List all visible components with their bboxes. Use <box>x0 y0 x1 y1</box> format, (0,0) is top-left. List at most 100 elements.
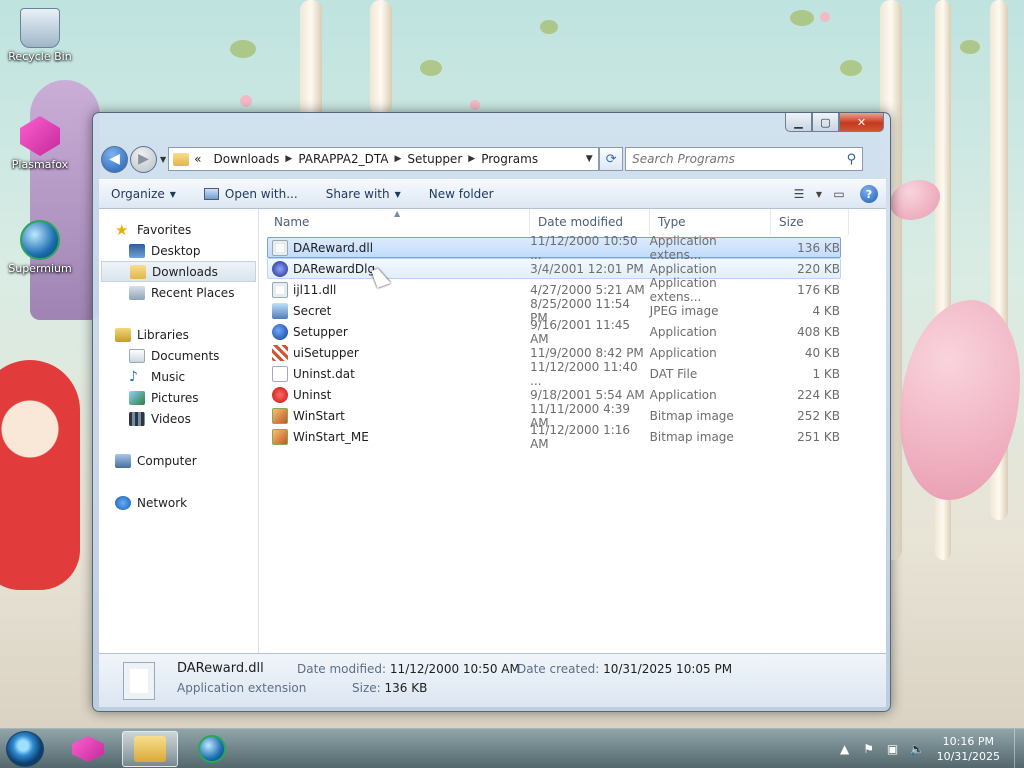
file-date: 11/12/2000 11:40 ... <box>530 359 638 388</box>
search-icon[interactable]: ⚲ <box>847 152 857 167</box>
breadcrumb-programs[interactable]: Programs <box>481 152 538 166</box>
file-name: WinStart_ME <box>293 429 369 444</box>
file-date: 9/18/2001 5:54 AM <box>530 387 645 402</box>
desktop-icon-recycle-bin[interactable]: Recycle Bin <box>6 8 74 63</box>
taskbar-supermium[interactable] <box>184 731 240 767</box>
file-name: ijl11.dll <box>293 282 337 297</box>
nav-music[interactable]: ♪ Music <box>99 366 258 387</box>
breadcrumb-downloads[interactable]: Downloads <box>214 152 280 166</box>
nav-computer[interactable]: Computer <box>99 450 258 471</box>
desktop-icon <box>129 243 145 258</box>
change-view-icon[interactable]: ☰ <box>786 187 812 201</box>
column-label: Size <box>779 214 804 229</box>
file-name: Secret <box>293 303 332 318</box>
breadcrumb-separator-icon[interactable]: ▶ <box>285 154 292 164</box>
share-with-button[interactable]: Share with ▼ <box>326 187 401 201</box>
file-row[interactable]: WinStart_ME 11/12/2000 1:16 AM Bitmap im… <box>267 423 841 451</box>
preview-pane-icon[interactable]: ▭ <box>826 187 852 201</box>
breadcrumb-separator-icon[interactable]: ▶ <box>394 154 401 164</box>
file-name: Setupper <box>293 324 348 339</box>
view-options-dropdown-icon[interactable]: ▼ <box>812 190 826 199</box>
nav-desktop[interactable]: Desktop <box>99 240 258 261</box>
star-icon: ★ <box>115 220 129 239</box>
file-row[interactable]: Uninst.dat 11/12/2000 11:40 ... DAT File… <box>267 360 841 388</box>
column-size[interactable]: Size <box>771 208 849 235</box>
nav-favorites[interactable]: ★ Favorites <box>99 219 258 240</box>
dll-icon <box>272 281 288 298</box>
nav-videos[interactable]: Videos <box>99 408 258 429</box>
column-date-modified[interactable]: Date modified <box>530 208 650 235</box>
recent-places-icon <box>129 285 145 300</box>
nav-libraries[interactable]: Libraries <box>99 324 258 345</box>
details-date-modified: Date modified: 11/12/2000 10:50 AM <box>297 662 520 676</box>
show-desktop-button[interactable] <box>1014 729 1024 768</box>
start-button[interactable] <box>6 731 44 767</box>
film-icon <box>129 411 145 426</box>
nav-pictures[interactable]: Pictures <box>99 387 258 408</box>
open-with-icon <box>203 188 219 200</box>
pictures-icon <box>129 390 145 405</box>
file-name: uiSetupper <box>293 345 359 360</box>
minimize-button[interactable]: ▁ <box>785 113 812 132</box>
column-type[interactable]: Type <box>650 208 771 235</box>
breadcrumb-separator-icon[interactable]: ▶ <box>468 154 475 164</box>
file-row[interactable]: Setupper 9/16/2001 11:45 AM Application … <box>267 318 841 346</box>
bitmap-icon <box>272 428 288 445</box>
details-value: 136 KB <box>384 681 428 695</box>
file-size: 1 KB <box>812 366 840 381</box>
dll-icon <box>272 239 288 256</box>
help-icon[interactable]: ? <box>860 185 878 203</box>
nav-documents[interactable]: Documents <box>99 345 258 366</box>
breadcrumb-setupper[interactable]: Setupper <box>407 152 462 166</box>
nav-network[interactable]: Network <box>99 492 258 513</box>
back-button[interactable]: ◀ <box>101 145 128 173</box>
maximize-button[interactable]: ▢ <box>812 113 839 132</box>
file-row[interactable]: DAReward.dll 11/12/2000 10:50 ... Applic… <box>267 234 841 262</box>
action-center-flag-icon[interactable]: ⚑ <box>862 742 876 756</box>
refresh-button[interactable]: ⟳ <box>599 147 624 171</box>
close-button[interactable]: ✕ <box>839 113 884 132</box>
jpeg-icon <box>272 302 288 319</box>
recent-pages-dropdown[interactable]: ▼ <box>160 155 166 164</box>
details-value: 11/12/2000 10:50 AM <box>389 662 520 676</box>
nav-label: Computer <box>137 453 197 468</box>
file-name: DARewardDlg <box>293 261 376 276</box>
caption-buttons: ▁ ▢ ✕ <box>785 113 884 132</box>
organize-button[interactable]: Organize ▼ <box>111 187 176 201</box>
column-label: Date modified <box>538 214 624 229</box>
network-status-icon[interactable]: ▣ <box>886 742 900 756</box>
details-value: 10/31/2025 10:05 PM <box>603 662 733 676</box>
new-folder-button[interactable]: New folder <box>429 187 494 201</box>
taskbar-plasmafox[interactable] <box>60 731 116 767</box>
desktop-icon-supermium[interactable]: Supermium <box>6 220 74 275</box>
navigation-pane: ★ Favorites Desktop Downloads Recent Plac… <box>99 209 259 653</box>
open-with-button[interactable]: Open with... <box>203 187 298 201</box>
desktop-icon-plasmafox[interactable]: Plasmafox <box>6 116 74 171</box>
file-size: 176 KB <box>797 282 840 297</box>
address-bar[interactable]: « Downloads ▶ PARAPPA2_DTA ▶ Setupper ▶ … <box>168 147 600 171</box>
address-dropdown-icon[interactable]: ▼ <box>580 154 598 164</box>
breadcrumb-parappa2-dta[interactable]: PARAPPA2_DTA <box>298 152 388 166</box>
search-input[interactable] <box>632 152 833 166</box>
address-overflow[interactable]: « <box>194 152 201 166</box>
desktop-icon-label: Recycle Bin <box>8 50 72 63</box>
forward-button[interactable]: ▶ <box>130 145 157 173</box>
nav-recent-places[interactable]: Recent Places <box>99 282 258 303</box>
taskbar-explorer[interactable] <box>122 731 178 767</box>
file-name: DAReward.dll <box>293 240 374 255</box>
column-name[interactable]: ▲ Name <box>259 208 530 235</box>
breadcrumb: Downloads ▶ PARAPPA2_DTA ▶ Setupper ▶ Pr… <box>202 152 539 166</box>
file-date: 4/27/2000 5:21 AM <box>530 282 645 297</box>
details-file-kind: Application extension <box>177 681 307 695</box>
refresh-icon: ⟳ <box>605 151 617 167</box>
nav-label: Desktop <box>151 243 201 258</box>
clock[interactable]: 10:16 PM 10/31/2025 <box>937 734 1000 764</box>
details-label: Date created: <box>517 662 600 676</box>
nav-downloads[interactable]: Downloads <box>101 261 256 282</box>
show-hidden-icons-icon[interactable]: ▲ <box>838 742 852 756</box>
file-list-pane: ▲ Name Date modified Type Size DAReward.d… <box>259 208 886 653</box>
file-name: Uninst.dat <box>293 366 355 381</box>
dat-icon <box>272 365 288 382</box>
volume-muted-icon[interactable]: 🔈 <box>910 742 925 756</box>
chevron-down-icon: ▼ <box>169 189 176 199</box>
